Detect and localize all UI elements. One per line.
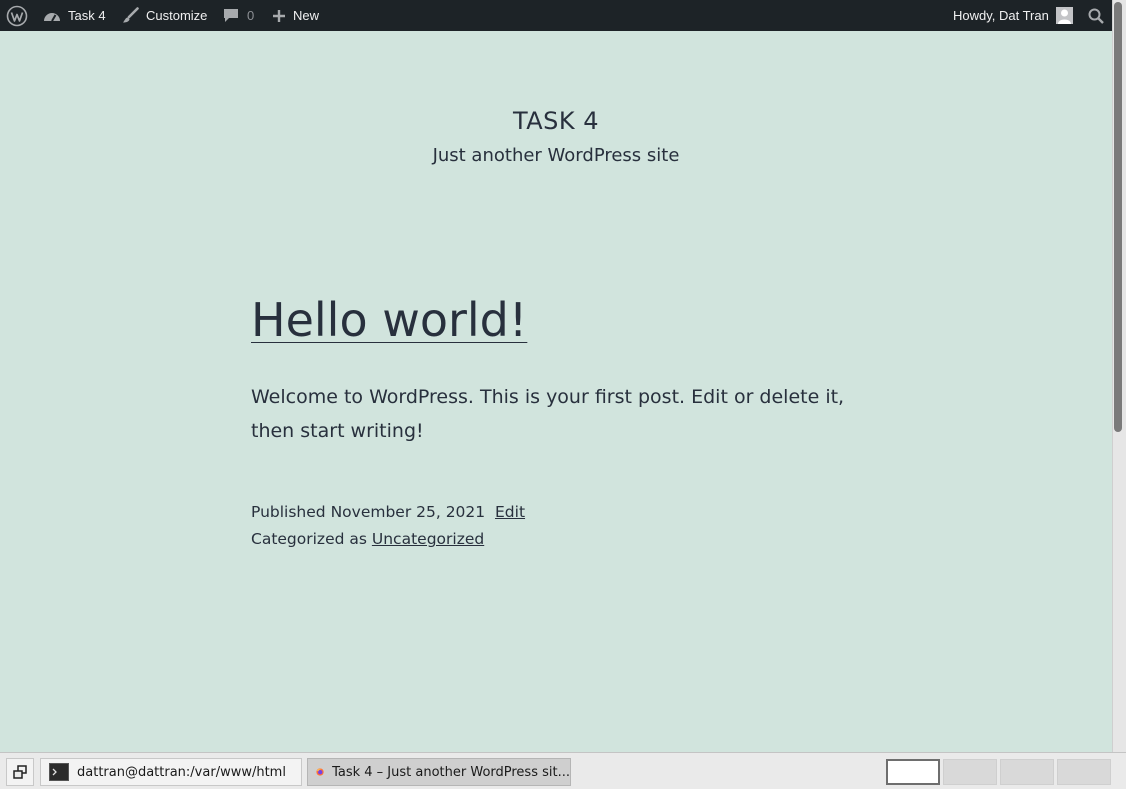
admin-bar: Task 4 Customize 0 New Howdy, Dat Tran [0, 0, 1112, 31]
show-desktop-button[interactable] [6, 758, 34, 786]
howdy-label: Howdy, Dat Tran [953, 8, 1049, 23]
windows-icon [13, 765, 27, 779]
site-name-menu[interactable]: Task 4 [43, 0, 106, 31]
workspace-4[interactable] [1057, 759, 1111, 785]
firefox-window-title: Task 4 – Just another WordPress sit... [332, 764, 570, 780]
post-category-meta: Categorized as Uncategorized [251, 529, 484, 549]
taskbar-firefox-window[interactable]: Task 4 – Just another WordPress sit... [307, 758, 571, 786]
terminal-window-title: dattran@dattran:/var/www/html [77, 764, 286, 780]
workspace-1[interactable] [886, 759, 940, 785]
terminal-icon [49, 763, 69, 781]
workspace-2[interactable] [943, 759, 997, 785]
edit-post-link[interactable]: Edit [495, 503, 525, 521]
comments-button[interactable]: 0 [222, 0, 254, 31]
dashboard-icon [44, 12, 60, 22]
comment-bubble-icon [224, 9, 238, 22]
site-description: Just another WordPress site [432, 145, 680, 166]
workspace-3[interactable] [1000, 759, 1054, 785]
taskbar-terminal-window[interactable]: dattran@dattran:/var/www/html [40, 758, 302, 786]
avatar-icon [1055, 7, 1073, 24]
my-account-menu[interactable]: Howdy, Dat Tran [953, 0, 1073, 31]
new-label: New [293, 8, 320, 23]
scrollbar-thumb[interactable] [1114, 2, 1122, 432]
post-published-meta: Published November 25, 2021 Edit [251, 502, 525, 522]
firefox-icon [316, 768, 324, 776]
category-link[interactable]: Uncategorized [372, 530, 484, 548]
customize-label: Customize [146, 8, 208, 23]
post-title-link[interactable]: Hello world! [251, 292, 527, 348]
search-icon[interactable] [1088, 0, 1104, 31]
site-title[interactable]: TASK 4 [0, 107, 1112, 135]
new-content-button[interactable]: New [272, 0, 319, 31]
site-name-label: Task 4 [68, 8, 106, 23]
plus-icon [273, 9, 285, 22]
comments-count: 0 [247, 8, 255, 23]
categorized-label: Categorized as [251, 530, 367, 548]
customize-button[interactable]: Customize [122, 0, 207, 31]
post-content: Welcome to WordPress. This is your first… [251, 386, 845, 442]
published-date: November 25, 2021 [330, 503, 486, 521]
published-label: Published [251, 503, 326, 521]
brush-icon [123, 7, 139, 23]
taskbar: dattran@dattran:/var/www/html Task 4 – J… [0, 752, 1126, 789]
wordpress-logo-icon[interactable] [6, 0, 28, 31]
